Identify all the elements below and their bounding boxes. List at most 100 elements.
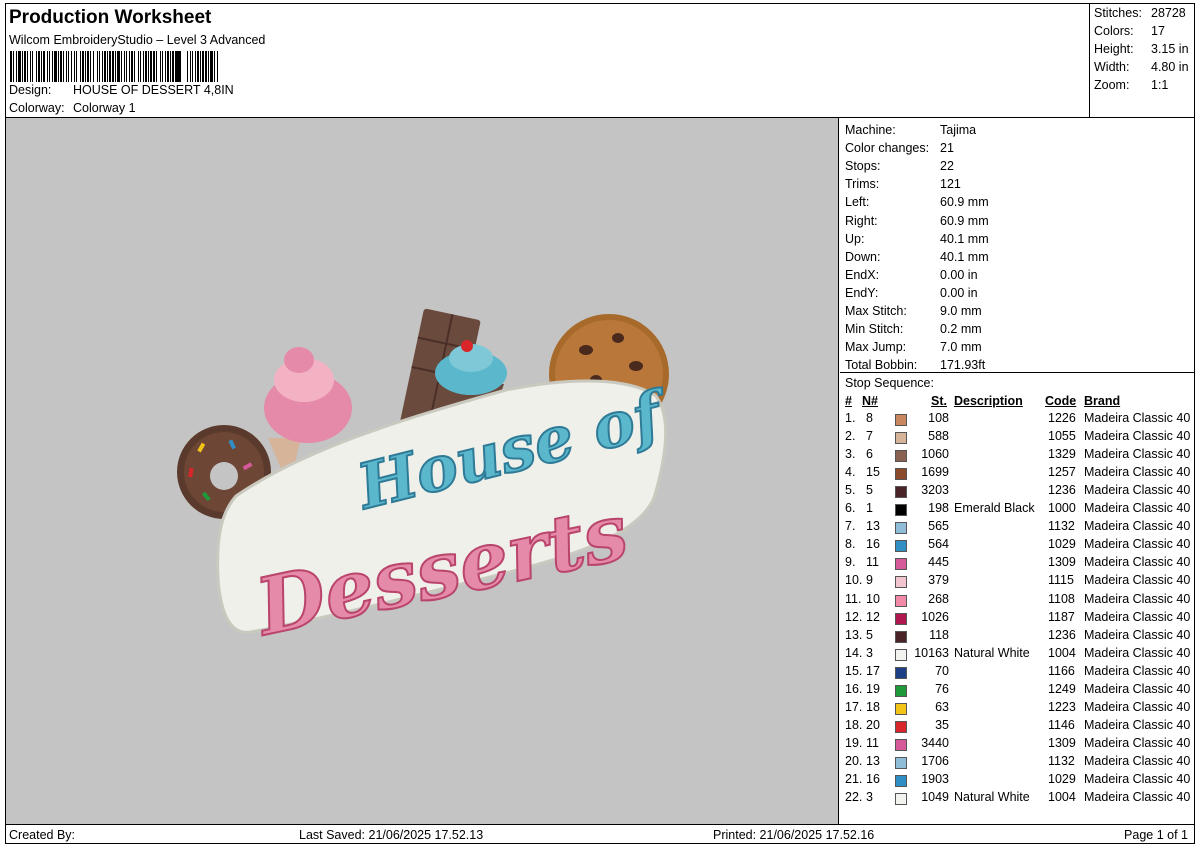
thread-code: 1000 xyxy=(1048,501,1076,516)
thread-code: 1004 xyxy=(1048,790,1076,805)
thread-description: Natural White xyxy=(954,790,1030,805)
color-swatch xyxy=(895,594,907,607)
needle-number: 3 xyxy=(866,645,873,660)
stop-sequence-row: 8. 16 564 1029 Madeira Classic 40 xyxy=(840,537,1194,555)
machine-setting-label: Max Jump: xyxy=(845,340,907,355)
stitch-count: 565 xyxy=(928,519,949,534)
needle-number: 6 xyxy=(866,447,873,462)
thread-brand: Madeira Classic 40 xyxy=(1084,627,1191,642)
thread-brand: Madeira Classic 40 xyxy=(1084,519,1191,534)
machine-setting-row: EndY: 0.00 in xyxy=(845,286,978,300)
stop-sequence-row: 16. 19 76 1249 Madeira Classic 40 xyxy=(840,682,1194,700)
stop-sequence-row: 15. 17 70 1166 Madeira Classic 40 xyxy=(840,664,1194,682)
thread-code: 1029 xyxy=(1048,537,1076,552)
thread-description: Emerald Black xyxy=(954,501,1035,516)
color-swatch xyxy=(895,504,907,517)
stitch-count: 10163 xyxy=(914,645,949,660)
color-swatch xyxy=(895,775,907,787)
machine-setting-label: Color changes: xyxy=(845,141,930,156)
thread-code: 1166 xyxy=(1048,663,1075,678)
needle-number: 5 xyxy=(866,627,873,642)
color-swatch xyxy=(895,720,907,733)
stitch-count: 63 xyxy=(935,699,949,714)
column-header-brand: Brand xyxy=(1084,394,1121,408)
machine-setting-value: Tajima xyxy=(940,123,977,137)
thread-brand: Madeira Classic 40 xyxy=(1084,537,1191,552)
thread-brand: Madeira Classic 40 xyxy=(1084,429,1191,444)
stop-sequence-row: 7. 13 565 1132 Madeira Classic 40 xyxy=(840,519,1194,537)
color-swatch xyxy=(895,612,907,625)
row-index: 17. xyxy=(845,699,863,714)
thread-brand: Madeira Classic 40 xyxy=(1084,790,1191,805)
stitch-count: 445 xyxy=(928,555,949,570)
machine-setting-value: 0.00 in xyxy=(940,285,978,300)
width-value: 4.80 in xyxy=(1151,60,1189,74)
machine-setting-label: EndX: xyxy=(845,267,880,282)
stop-sequence-row: 13. 5 118 1236 Madeira Classic 40 xyxy=(840,628,1194,646)
needle-number: 9 xyxy=(866,573,873,588)
design-value: HOUSE OF DESSERT 4,8IN xyxy=(73,83,234,97)
machine-setting-row: EndX: 0.00 in xyxy=(845,268,978,282)
stitches-label: Stitches: xyxy=(1094,6,1142,20)
needle-number: 19 xyxy=(866,681,880,696)
machine-setting-value: 22 xyxy=(940,159,954,174)
stop-sequence-row: 21. 16 1903 1029 Madeira Classic 40 xyxy=(840,772,1194,790)
zoom-stat: Zoom: 1:1 xyxy=(1094,78,1168,92)
row-index: 3. xyxy=(845,447,856,462)
machine-setting-label: Stops: xyxy=(845,159,881,174)
thread-code: 1004 xyxy=(1048,645,1076,660)
colors-stat: Colors: 17 xyxy=(1094,24,1165,38)
stop-sequence-title: Stop Sequence: xyxy=(845,376,934,390)
color-swatch xyxy=(895,648,907,661)
machine-setting-label: Right: xyxy=(845,213,878,228)
thread-brand: Madeira Classic 40 xyxy=(1084,772,1191,786)
machine-setting-row: Up: 40.1 mm xyxy=(845,232,989,246)
column-header-needle: N# xyxy=(862,394,878,408)
thread-code: 1029 xyxy=(1048,772,1076,786)
stitches-stat: Stitches: 28728 xyxy=(1094,6,1186,20)
machine-setting-value: 7.0 mm xyxy=(940,340,982,355)
row-index: 20. xyxy=(845,753,863,768)
barcode xyxy=(10,51,346,82)
machine-setting-row: Down: 40.1 mm xyxy=(845,250,989,264)
column-header-stitches: St. xyxy=(931,394,947,408)
stop-sequence-row: 3. 6 1060 1329 Madeira Classic 40 xyxy=(840,447,1194,465)
stitch-count: 1060 xyxy=(921,447,949,462)
color-swatch xyxy=(895,450,907,463)
machine-setting-label: EndY: xyxy=(845,285,879,300)
software-name: Wilcom EmbroideryStudio – Level 3 Advanc… xyxy=(9,33,266,47)
machine-setting-row: Right: 60.9 mm xyxy=(845,214,989,228)
thread-code: 1309 xyxy=(1048,735,1076,750)
machine-setting-row: Machine: Tajima xyxy=(845,123,976,137)
machine-setting-row: Trims: 121 xyxy=(845,177,961,191)
stop-sequence-row: 10. 9 379 1115 Madeira Classic 40 xyxy=(840,573,1194,591)
stop-sequence-row: 11. 10 268 1108 Madeira Classic 40 xyxy=(840,592,1194,610)
needle-number: 5 xyxy=(866,483,873,498)
thread-brand: Madeira Classic 40 xyxy=(1084,681,1191,696)
needle-number: 12 xyxy=(866,609,880,624)
machine-setting-label: Max Stitch: xyxy=(845,304,907,318)
stitch-count: 198 xyxy=(928,501,949,516)
machine-setting-row: Total Bobbin: 171.93ft xyxy=(845,358,985,372)
thread-code: 1236 xyxy=(1048,483,1076,498)
page-number: Page 1 of 1 xyxy=(1124,828,1188,842)
machine-setting-label: Down: xyxy=(845,249,881,264)
colors-label: Colors: xyxy=(1094,24,1134,38)
row-index: 19. xyxy=(845,735,863,750)
row-index: 4. xyxy=(845,465,856,480)
color-swatch xyxy=(895,522,907,535)
color-swatch xyxy=(895,414,907,426)
machine-setting-row: Stops: 22 xyxy=(845,159,954,173)
row-index: 2. xyxy=(845,429,856,444)
stitch-count: 3203 xyxy=(921,483,949,498)
worksheet-header: Production Worksheet Wilcom EmbroiderySt… xyxy=(6,4,1090,118)
stitch-count: 1903 xyxy=(921,772,949,786)
height-stat: Height: 3.15 in xyxy=(1094,42,1189,56)
thread-code: 1132 xyxy=(1048,519,1075,534)
created-by: Created By: xyxy=(9,828,76,842)
thread-brand: Madeira Classic 40 xyxy=(1084,699,1191,714)
thread-code: 1329 xyxy=(1048,447,1076,462)
stitch-count: 70 xyxy=(935,663,949,678)
row-index: 9. xyxy=(845,555,856,570)
machine-setting-value: 0.2 mm xyxy=(940,322,982,337)
